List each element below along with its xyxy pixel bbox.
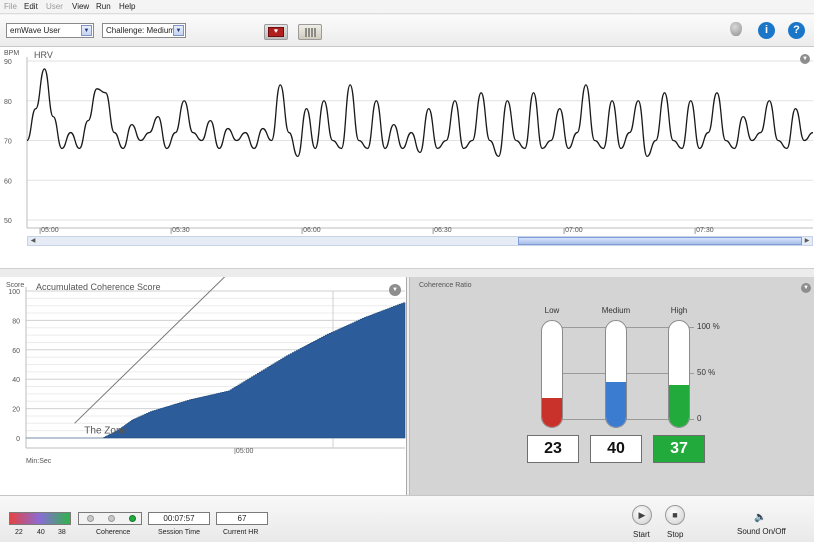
chevron-down-icon[interactable]: ▼ <box>173 25 184 36</box>
info-icon[interactable]: i <box>758 22 775 39</box>
hrv-y-tick: 90 <box>4 59 12 66</box>
hrv-x-tick: 06:00 <box>303 227 321 234</box>
start-label: Start <box>633 530 650 539</box>
coherence-indicator <box>78 512 142 525</box>
menu-view[interactable]: View <box>72 2 89 11</box>
ratio-low-value: 22 <box>15 529 23 536</box>
bars-icon <box>305 28 316 37</box>
coherence-y-tick: 0 <box>16 436 20 443</box>
stop-label: Stop <box>667 530 684 539</box>
ratio-medium-value: 40 <box>37 529 45 536</box>
menu-run[interactable]: Run <box>96 2 111 11</box>
session-time-value: 00:07:57 <box>148 512 210 525</box>
medium-value: 40 <box>590 435 642 463</box>
user-select-value: emWave User <box>10 26 61 35</box>
low-fill <box>542 397 562 427</box>
hrv-y-tick: 50 <box>4 218 12 225</box>
status-bar: 22 40 38 Coherence 00:07:57 Session Time… <box>0 495 814 542</box>
hrv-chart: 90 80 70 60 50 05:00 05:30 06:00 06:30 07:00 07:3… <box>4 50 814 234</box>
high-thermometer <box>668 320 690 428</box>
zone-label: The Zone <box>84 426 127 437</box>
scroll-right-icon[interactable]: ▶ <box>802 237 812 245</box>
indicator-medium-icon <box>108 515 115 522</box>
stop-button[interactable]: ■ <box>665 505 685 525</box>
chevron-down-icon[interactable]: ▼ <box>81 25 92 36</box>
low-label: Low <box>544 306 560 315</box>
coherence-score-chart: 100 80 60 40 20 0 05:00 The Zone Score Min:Se… <box>6 277 406 465</box>
coherence-gradient-bar <box>9 512 71 525</box>
menu-help[interactable]: Help <box>119 2 135 11</box>
speaker-icon[interactable]: 🔈 <box>754 512 766 523</box>
hrv-title: HRV <box>34 50 53 60</box>
play-icon: ▶ <box>638 510 646 520</box>
menu-user[interactable]: User <box>46 2 63 11</box>
coherence-title: Accumulated Coherence Score <box>36 282 161 292</box>
low-thermometer <box>541 320 563 428</box>
hrv-panel: 90 80 70 60 50 05:00 05:30 06:00 06:30 07:00 07:3… <box>0 47 814 269</box>
hrv-scrollbar[interactable]: ◀ ▶ <box>27 236 813 246</box>
high-label: High <box>670 306 688 315</box>
coherence-score-panel: 100 80 60 40 20 0 05:00 The Zone Score Min:Se… <box>0 277 407 495</box>
toolbar: emWave User ▼ Challenge: Medium ▼ ♥ i ? <box>0 15 814 47</box>
ratio-title: Coherence Ratio <box>419 282 472 289</box>
session-time-label: Session Time <box>158 529 201 536</box>
current-hr-label: Current HR <box>223 529 259 536</box>
sound-toggle-label[interactable]: Sound On/Off <box>737 527 786 536</box>
coherence-x-unit: Min:Sec <box>26 458 52 465</box>
hrv-series-line <box>26 68 814 158</box>
medium-thermometer <box>605 320 627 428</box>
current-hr-value: 67 <box>216 512 268 525</box>
collapse-icon[interactable]: ▼ <box>800 54 810 64</box>
medium-fill <box>606 382 626 427</box>
hrv-x-tick: 06:30 <box>434 227 452 234</box>
hrv-y-tick: 80 <box>4 99 12 106</box>
indicator-high-icon <box>129 515 136 522</box>
medium-label: Medium <box>601 306 631 315</box>
hrv-y-tick: 60 <box>4 178 12 185</box>
challenge-select[interactable]: Challenge: Medium ▼ <box>102 23 186 38</box>
panel-separator[interactable] <box>0 269 814 277</box>
user-select[interactable]: emWave User ▼ <box>6 23 94 38</box>
coherence-y-unit: Score <box>6 282 24 289</box>
hrv-x-tick: 05:00 <box>41 227 59 234</box>
coherence-score-area <box>26 302 406 439</box>
pct-0-label: 0 <box>697 414 702 423</box>
coherence-y-tick: 80 <box>12 318 20 325</box>
pulse-sensor-icon[interactable] <box>730 22 744 40</box>
collapse-icon[interactable]: ▼ <box>801 283 811 293</box>
coherence-y-tick: 100 <box>8 289 20 296</box>
high-value: 37 <box>653 435 705 463</box>
start-button[interactable]: ▶ <box>632 505 652 525</box>
challenge-select-value: Challenge: Medium <box>106 26 175 35</box>
stop-icon: ■ <box>672 510 678 520</box>
menu-edit[interactable]: Edit <box>24 2 38 11</box>
menu-bar: File Edit User View Run Help <box>0 0 814 14</box>
coherence-ratio-panel: Coherence Ratio ▼ Low Medium High 100 % … <box>409 277 814 495</box>
ratio-high-value: 38 <box>58 529 66 536</box>
heart-view-button[interactable]: ♥ <box>264 24 288 40</box>
hrv-x-tick: 07:00 <box>565 227 583 234</box>
hrv-y-unit: BPM <box>4 50 19 57</box>
pct-100-label: 100 % <box>697 322 720 331</box>
coherence-y-tick: 40 <box>12 377 20 384</box>
collapse-icon[interactable]: ▼ <box>389 284 401 296</box>
indicator-low-icon <box>87 515 94 522</box>
bar-view-button[interactable] <box>298 24 322 40</box>
hrv-y-tick: 70 <box>4 139 12 146</box>
hrv-x-tick: 05:30 <box>172 227 190 234</box>
help-icon[interactable]: ? <box>788 22 805 39</box>
coherence-y-tick: 20 <box>12 407 20 414</box>
coherence-y-tick: 60 <box>12 348 20 355</box>
scroll-thumb[interactable] <box>518 237 802 245</box>
hrv-x-tick: 07:30 <box>696 227 714 234</box>
high-fill <box>669 384 689 427</box>
heart-rhythm-icon: ♥ <box>268 27 284 37</box>
scroll-left-icon[interactable]: ◀ <box>28 237 38 245</box>
low-value: 23 <box>527 435 579 463</box>
coherence-x-tick: 05:00 <box>236 448 254 455</box>
coherence-label: Coherence <box>96 529 131 536</box>
menu-file[interactable]: File <box>4 2 17 11</box>
pct-50-label: 50 % <box>697 368 716 377</box>
